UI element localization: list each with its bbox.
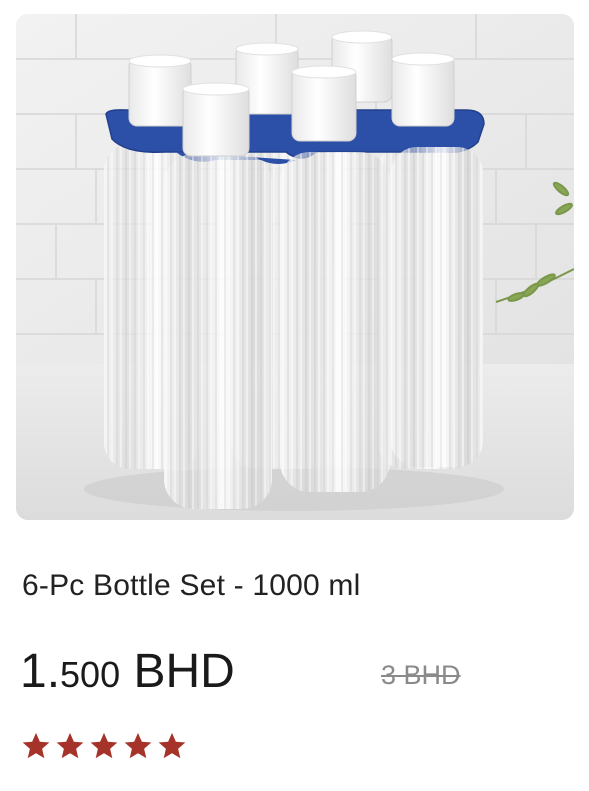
price-row: 1.500 BHD 3 BHD	[20, 640, 580, 704]
star-icon	[90, 732, 118, 759]
product-photo-illustration	[16, 14, 574, 520]
star-icon	[124, 732, 152, 759]
product-title[interactable]: 6-Pc Bottle Set - 1000 ml	[22, 566, 361, 606]
price-fraction: 500	[60, 654, 121, 695]
star-icon	[22, 732, 50, 759]
product-card[interactable]: 6-Pc Bottle Set - 1000 ml 1.500 BHD 3 BH…	[0, 0, 589, 791]
star-icon	[158, 732, 186, 759]
rating-stars	[20, 730, 188, 766]
price-currency: BHD	[120, 645, 235, 698]
original-price: 3 BHD	[381, 660, 461, 690]
star-icon	[56, 732, 84, 759]
current-price: 1.500 BHD	[20, 640, 235, 707]
product-image[interactable]	[16, 14, 574, 520]
price-whole: 1.	[20, 645, 61, 698]
